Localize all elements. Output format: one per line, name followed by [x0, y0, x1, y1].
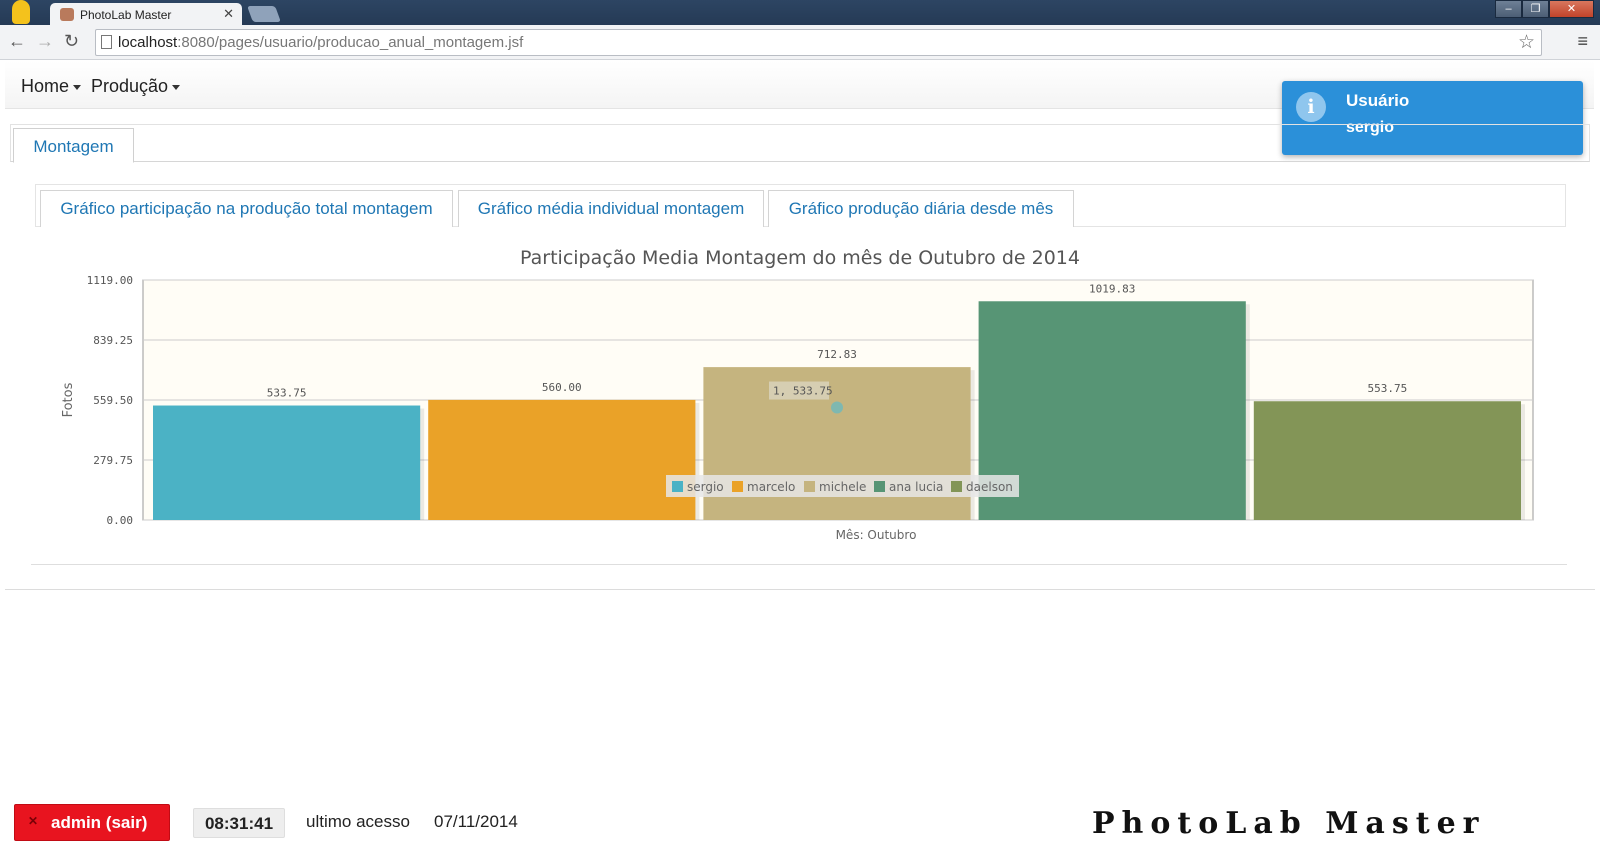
restore-button[interactable]: ❐: [1522, 0, 1549, 18]
legend-swatch: [874, 481, 885, 492]
bar-value-label: 712.83: [817, 348, 857, 361]
minimize-button[interactable]: –: [1495, 0, 1522, 18]
last-access-date: 07/11/2014: [434, 812, 518, 831]
menu-home-label: Home: [21, 76, 70, 96]
logout-label: admin (sair): [51, 813, 148, 832]
bar-value-label: 553.75: [1368, 382, 1408, 395]
last-access-label: ultimo acesso: [306, 812, 410, 831]
y-tick-label: 1119.00: [87, 274, 133, 287]
bar-chart: Participação Media Montagem do mês de Ou…: [61, 247, 1534, 542]
legend-swatch: [804, 481, 815, 492]
notification-title: Usuário: [1346, 91, 1410, 110]
legend-label: marcelo: [747, 480, 795, 494]
page-icon: [101, 35, 112, 49]
close-window-button[interactable]: ✕: [1549, 0, 1594, 18]
bar-value-label: 533.75: [267, 387, 307, 400]
browser-profile-icon: [12, 0, 30, 24]
chart-tabview: Gráfico participação na produção total m…: [35, 184, 1566, 227]
bookmark-star-icon[interactable]: ☆: [1518, 31, 1535, 54]
bar-michele: [703, 367, 971, 520]
y-tick-label: 0.00: [107, 514, 134, 527]
favicon-icon: [60, 8, 74, 21]
tab-montagem[interactable]: Montagem: [13, 128, 134, 163]
main-tabview: Montagem: [10, 124, 1590, 163]
legend-swatch: [732, 481, 743, 492]
bar-value-label: 1019.83: [1089, 282, 1135, 295]
address-bar[interactable]: localhost:8080/pages/usuario/producao_an…: [95, 29, 1542, 56]
close-tab-icon[interactable]: ✕: [223, 6, 234, 22]
legend-swatch: [951, 481, 962, 492]
bar-daelson: [1253, 401, 1521, 520]
back-icon[interactable]: ←: [8, 31, 26, 52]
browser-tab-title: PhotoLab Master: [80, 8, 172, 22]
tab-producao-diaria[interactable]: Gráfico produção diária desde mês: [768, 190, 1074, 227]
menu-producao-label: Produção: [91, 76, 169, 96]
tooltip-text: 1, 533.75: [773, 385, 833, 398]
reload-icon[interactable]: ↻: [64, 31, 79, 52]
legend-swatch: [672, 481, 683, 492]
legend-label: sergio: [687, 480, 724, 494]
content-divider: [31, 564, 1567, 565]
y-tick-label: 279.75: [93, 454, 133, 467]
browser-toolbar: ← → ↻ localhost:8080/pages/usuario/produ…: [0, 25, 1600, 60]
new-tab-button[interactable]: [247, 6, 281, 22]
chart-legend: sergio marcelo michele ana lucia daelson: [666, 475, 1019, 497]
menu-home[interactable]: Home: [21, 76, 82, 97]
chevron-down-icon: [172, 84, 181, 90]
legend-label: michele: [819, 480, 866, 494]
info-icon: i: [1296, 92, 1326, 122]
forward-icon[interactable]: →: [36, 31, 54, 52]
x-axis-label: Mês: Outubro: [836, 528, 917, 542]
y-tick-label: 839.25: [93, 334, 133, 347]
brand-logo: PhotoLab Master: [1092, 806, 1486, 841]
y-axis-ticks: 1119.00 839.25 559.50 279.75 0.00: [87, 274, 133, 527]
window-controls: – ❐ ✕: [1495, 0, 1594, 18]
y-tick-label: 559.50: [93, 394, 133, 407]
logout-button[interactable]: ✕ admin (sair): [14, 804, 170, 841]
page-divider: [5, 589, 1595, 590]
menu-producao[interactable]: Produção: [91, 76, 181, 97]
browser-titlebar: PhotoLab Master ✕ – ❐ ✕: [0, 0, 1600, 25]
highlight-marker: [831, 401, 843, 414]
bar-value-label: 560.00: [542, 381, 582, 394]
y-axis-label: Fotos: [61, 382, 76, 417]
bar-marcelo: [428, 399, 696, 520]
tab-media-individual[interactable]: Gráfico média individual montagem: [458, 190, 764, 227]
url-host: localhost: [118, 34, 178, 51]
url-path: :8080/pages/usuario/producao_anual_monta…: [177, 34, 524, 51]
browser-menu-icon[interactable]: ≡: [1577, 31, 1588, 52]
tab-participacao-total[interactable]: Gráfico participação na produção total m…: [40, 190, 453, 227]
legend-label: daelson: [966, 480, 1013, 494]
browser-tab[interactable]: PhotoLab Master ✕: [50, 3, 242, 25]
legend-label: ana lucia: [889, 480, 943, 494]
bar-sergio: [153, 405, 421, 520]
chart-title: Participação Media Montagem do mês de Ou…: [520, 247, 1080, 269]
session-clock: 08:31:41: [193, 808, 285, 838]
chevron-down-icon: [73, 84, 82, 90]
close-icon: ✕: [28, 814, 39, 828]
